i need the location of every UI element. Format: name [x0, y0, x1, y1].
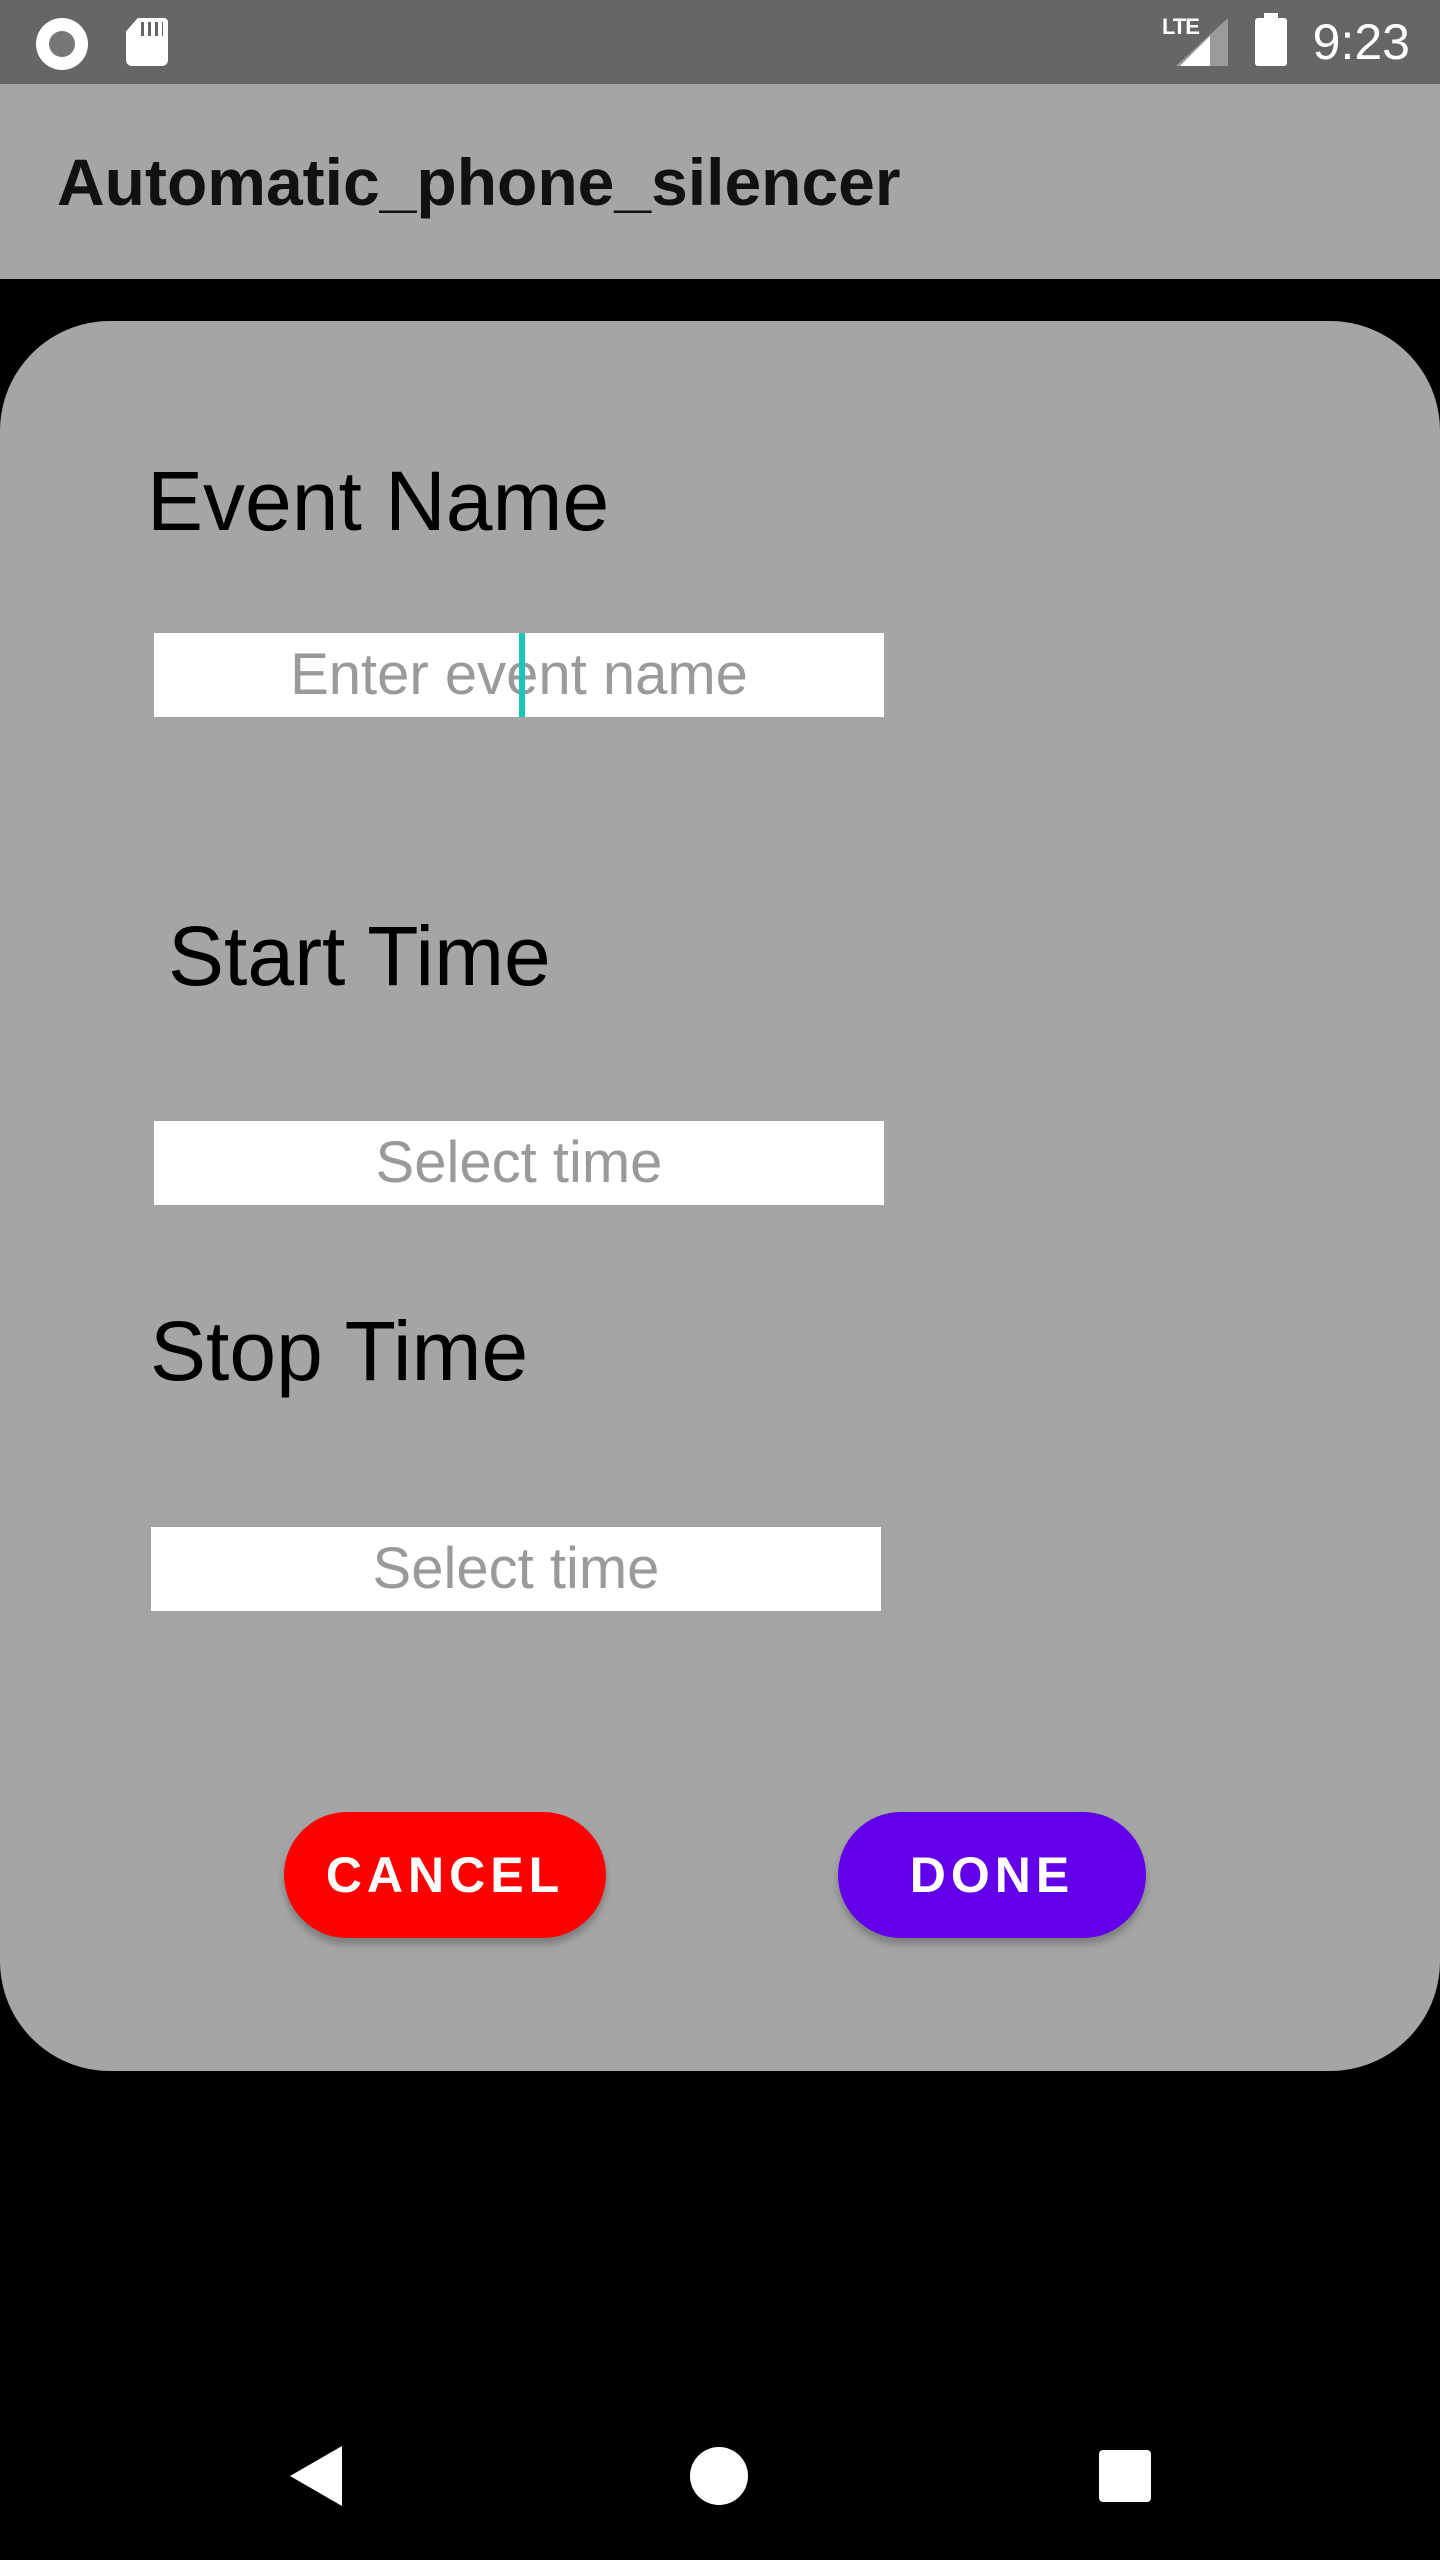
- sd-card-contacts: [141, 22, 163, 36]
- status-bar: LTE 9:23: [0, 0, 1440, 84]
- stop-time-placeholder: Select time: [372, 1536, 660, 1601]
- app-title: Automatic_phone_silencer: [57, 145, 901, 219]
- app-bar: Automatic_phone_silencer: [0, 84, 1440, 279]
- event-name-label: Event Name: [147, 454, 610, 548]
- event-name-input[interactable]: Enter event name: [154, 633, 884, 717]
- add-event-dialog: Event Name Enter event name Start Time S…: [0, 321, 1440, 2071]
- clock: 9:23: [1312, 14, 1410, 70]
- done-button[interactable]: DONE: [838, 1812, 1146, 1938]
- back-icon[interactable]: [290, 2446, 342, 2506]
- start-time-label: Start Time: [168, 909, 551, 1003]
- start-time-input[interactable]: Select time: [154, 1121, 884, 1205]
- battery-icon: [1255, 13, 1287, 66]
- radio-icon: [36, 18, 88, 70]
- signal-icon: [1176, 18, 1228, 66]
- cancel-button[interactable]: CANCEL: [284, 1812, 606, 1938]
- text-cursor: [519, 633, 525, 717]
- home-icon[interactable]: [690, 2447, 748, 2505]
- start-time-placeholder: Select time: [375, 1130, 663, 1195]
- stop-time-input[interactable]: Select time: [151, 1527, 881, 1611]
- screen: LTE 9:23 Automatic_phone_silencer Event …: [0, 0, 1440, 2560]
- recent-apps-icon[interactable]: [1099, 2450, 1151, 2502]
- stop-time-label: Stop Time: [150, 1304, 529, 1398]
